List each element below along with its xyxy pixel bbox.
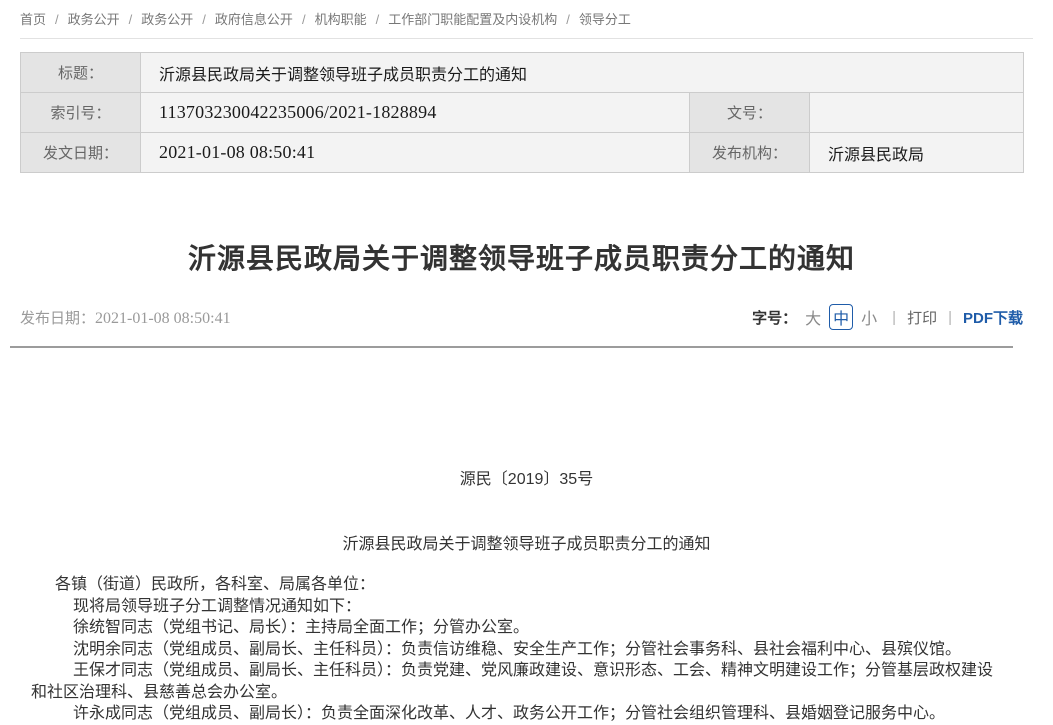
font-size-large-button[interactable]: 大 [805, 305, 821, 329]
article-paragraphs: 各镇（街道）民政所，各科室、局属各单位：现将局领导班子分工调整情况通知如下：徐统… [31, 574, 993, 725]
breadcrumb-item[interactable]: 机构职能 [315, 12, 367, 27]
article-paragraph: 各镇（街道）民政所，各科室、局属各单位： [31, 574, 993, 596]
index-value: 113703230042235006/2021-1828894 [141, 93, 690, 133]
font-size-medium-button[interactable]: 中 [829, 304, 853, 330]
breadcrumb-item[interactable]: 工作部门职能配置及内设机构 [388, 12, 557, 27]
article-toolbar: 发布日期：2021-01-08 08:50:41 字号： 大 中 小 | 打印 … [20, 304, 1023, 330]
breadcrumb-item[interactable]: 首页 [20, 12, 46, 27]
pdf-download-button[interactable]: PDF下载 [963, 307, 1023, 328]
date-label: 发文日期： [21, 133, 141, 173]
agency-value: 沂源县民政局 [810, 133, 1024, 173]
breadcrumb-separator: / [55, 12, 59, 27]
breadcrumb-item[interactable]: 政府信息公开 [215, 12, 293, 27]
publish-date: 发布日期：2021-01-08 08:50:41 [20, 307, 231, 328]
agency-label: 发布机构： [690, 133, 810, 173]
article-paragraph: 徐统智同志（党组书记、局长）：主持局全面工作；分管办公室。 [31, 617, 993, 639]
title-value: 沂源县民政局关于调整领导班子成员职责分工的通知 [141, 53, 1024, 93]
article-paragraph: 王保才同志（党组成员、副局长、主任科员）：负责党建、党风廉政建设、意识形态、工会… [31, 660, 993, 703]
breadcrumb-separator: / [129, 12, 133, 27]
docnum-value [810, 93, 1024, 133]
document-title: 沂源县民政局关于调整领导班子成员职责分工的通知 [31, 534, 1022, 556]
article-tools: 字号： 大 中 小 | 打印 | PDF下载 [752, 304, 1023, 330]
document-meta-table: 标题： 沂源县民政局关于调整领导班子成员职责分工的通知 索引号： 1137032… [20, 52, 1024, 173]
date-value: 2021-01-08 08:50:41 [141, 133, 690, 173]
breadcrumb-item[interactable]: 政务公开 [68, 12, 120, 27]
toolbar-separator: | [948, 309, 952, 326]
meta-row-index: 索引号： 113703230042235006/2021-1828894 文号： [21, 93, 1024, 133]
breadcrumb-separator: / [202, 12, 206, 27]
docnum-label: 文号： [690, 93, 810, 133]
article-body: 源民〔2019〕35号 沂源县民政局关于调整领导班子成员职责分工的通知 各镇（街… [31, 469, 1022, 725]
content-divider [10, 346, 1013, 348]
meta-row-title: 标题： 沂源县民政局关于调整领导班子成员职责分工的通知 [21, 53, 1024, 93]
breadcrumb-separator: / [376, 12, 380, 27]
breadcrumb-item[interactable]: 领导分工 [579, 12, 631, 27]
breadcrumb-separator: / [566, 12, 570, 27]
page-title: 沂源县民政局关于调整领导班子成员职责分工的通知 [20, 237, 1023, 277]
breadcrumb-separator: / [302, 12, 306, 27]
index-label: 索引号： [21, 93, 141, 133]
article-paragraph: 许永成同志（党组成员、副局长）：负责全面深化改革、人才、政务公开工作；分管社会组… [31, 703, 993, 725]
breadcrumb-item[interactable]: 政务公开 [141, 12, 193, 27]
article-paragraph: 沈明余同志（党组成员、副局长、主任科员）：负责信访维稳、安全生产工作；分管社会事… [31, 639, 993, 661]
font-size-small-button[interactable]: 小 [861, 305, 877, 329]
article-paragraph: 现将局领导班子分工调整情况通知如下： [31, 596, 993, 618]
meta-row-date: 发文日期： 2021-01-08 08:50:41 发布机构： 沂源县民政局 [21, 133, 1024, 173]
title-label: 标题： [21, 53, 141, 93]
publish-date-label: 发布日期： [20, 310, 95, 327]
breadcrumb: 首页 / 政务公开 / 政务公开 / 政府信息公开 / 机构职能 / 工作部门职能配置及内设机构 / 领… [20, 0, 1033, 39]
document-number: 源民〔2019〕35号 [31, 469, 1022, 491]
font-size-label: 字号： [752, 307, 797, 328]
publish-date-value: 2021-01-08 08:50:41 [95, 310, 231, 327]
print-button[interactable]: 打印 [907, 307, 937, 328]
toolbar-separator: | [892, 309, 896, 326]
